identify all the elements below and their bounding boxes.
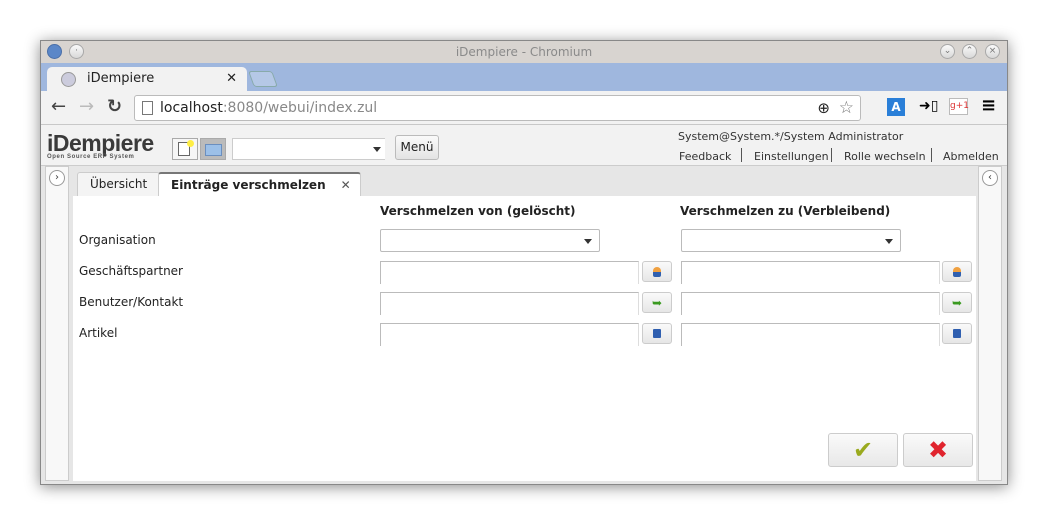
user-contact-from-search-button[interactable]: ➥: [642, 292, 672, 313]
business-partner-from-input[interactable]: [380, 261, 639, 284]
tab-merge-entries[interactable]: Einträge verschmelzen ✕: [158, 172, 361, 196]
business-partner-from-search-button[interactable]: [642, 261, 672, 282]
address-bar[interactable]: localhost:8080/webui/index.zul ⊕ ☆: [134, 95, 861, 121]
column-header-to: Verschmelzen zu (Verbleibend): [680, 204, 891, 218]
change-role-link[interactable]: Rolle wechseln: [844, 150, 926, 163]
column-header-from: Verschmelzen von (gelöscht): [380, 204, 576, 218]
browser-tab-label: iDempiere: [87, 71, 155, 86]
google-plus-icon[interactable]: g+1: [949, 98, 969, 115]
user-contact-to-input[interactable]: [681, 292, 940, 315]
product-to-input[interactable]: [681, 323, 940, 346]
maximize-button[interactable]: ⌃: [962, 44, 977, 59]
label-product: Artikel: [79, 326, 118, 340]
title-bar: iDempiere - Chromium · ⌄ ⌃ ×: [41, 41, 1007, 63]
idempiere-logo: iDempiere Open Source ERP System: [47, 130, 154, 161]
reload-icon[interactable]: ↻: [107, 96, 122, 117]
right-sidebar: ‹: [978, 166, 1002, 481]
global-search-combobox[interactable]: [232, 138, 385, 160]
chevron-down-icon: [885, 239, 893, 244]
user-contact-to-search-button[interactable]: ➥: [942, 292, 972, 313]
browser-window: iDempiere - Chromium · ⌄ ⌃ × iDempiere ✕…: [40, 40, 1008, 485]
url-host: localhost: [160, 100, 223, 116]
divider: [831, 148, 832, 162]
label-business-partner: Geschäftspartner: [79, 264, 183, 278]
back-icon[interactable]: ←: [51, 96, 66, 117]
user-info: System@System.*/System Administrator: [678, 130, 904, 143]
checkmark-icon: ✔: [852, 436, 874, 464]
green-arrow-icon: ➥: [651, 295, 663, 310]
close-tab-icon[interactable]: ✕: [226, 67, 237, 91]
favicon-icon: [61, 72, 76, 87]
person-icon: [653, 266, 661, 277]
label-user-contact: Benutzer/Kontakt: [79, 295, 184, 309]
translate-icon[interactable]: A: [887, 98, 905, 116]
send-to-mobile-icon[interactable]: ➜▯: [919, 98, 938, 114]
settings-link[interactable]: Einstellungen: [754, 150, 829, 163]
app-header: iDempiere Open Source ERP System Menü Sys…: [41, 125, 1007, 166]
forward-icon[interactable]: →: [79, 96, 94, 117]
page-icon: [142, 101, 153, 115]
chevron-down-icon: [584, 239, 592, 244]
tab-overview[interactable]: Übersicht: [77, 172, 161, 196]
person-icon: [953, 266, 961, 277]
label-organisation: Organisation: [79, 233, 156, 247]
content-area: › ‹ Übersicht Einträge verschmelzen ✕ Ve…: [41, 166, 1007, 484]
logout-link[interactable]: Abmelden: [943, 150, 999, 163]
red-x-icon: ✖: [927, 436, 949, 464]
zoom-icon[interactable]: ⊕: [817, 96, 830, 120]
close-window-button[interactable]: ×: [985, 44, 1000, 59]
green-arrow-icon: ➥: [951, 295, 963, 310]
tab-label: Einträge verschmelzen: [171, 178, 326, 192]
business-partner-to-input[interactable]: [681, 261, 940, 284]
minimize-button[interactable]: ⌄: [940, 44, 955, 59]
cancel-button[interactable]: ✖: [903, 433, 973, 467]
open-folder-icon[interactable]: [200, 138, 226, 160]
ok-button[interactable]: ✔: [828, 433, 898, 467]
new-tab-button[interactable]: [248, 71, 278, 87]
feedback-link[interactable]: Feedback: [679, 150, 731, 163]
chromium-logo-icon: [47, 44, 62, 59]
divider: [741, 148, 742, 162]
menu-button[interactable]: Menü: [395, 135, 439, 160]
chrome-menu-icon[interactable]: ≡: [981, 95, 996, 116]
browser-tab-strip: iDempiere ✕: [41, 63, 1007, 91]
chevron-down-icon: [373, 147, 381, 152]
expand-left-icon[interactable]: ›: [49, 170, 65, 186]
product-from-input[interactable]: [380, 323, 639, 346]
product-from-search-button[interactable]: [642, 323, 672, 344]
merge-form: Verschmelzen von (gelöscht) Verschmelzen…: [73, 196, 976, 481]
product-to-search-button[interactable]: [942, 323, 972, 344]
browser-tab[interactable]: iDempiere ✕: [47, 67, 247, 91]
new-document-icon[interactable]: [172, 138, 198, 160]
window-menu-button[interactable]: ·: [69, 44, 84, 59]
navigation-bar: ← → ↻ localhost:8080/webui/index.zul ⊕ ☆…: [41, 91, 1007, 125]
user-contact-from-input[interactable]: [380, 292, 639, 315]
url-path: :8080/webui/index.zul: [222, 100, 378, 116]
business-partner-to-search-button[interactable]: [942, 261, 972, 282]
left-sidebar: ›: [45, 166, 69, 481]
organisation-from-select[interactable]: [380, 229, 600, 252]
expand-right-icon[interactable]: ‹: [982, 170, 998, 186]
window-title: iDempiere - Chromium: [455, 45, 593, 59]
bookmark-star-icon[interactable]: ☆: [839, 96, 854, 120]
product-box-icon: [953, 329, 961, 338]
product-box-icon: [653, 329, 661, 338]
close-tab-icon[interactable]: ✕: [341, 174, 351, 196]
divider: [931, 148, 932, 162]
organisation-to-select[interactable]: [681, 229, 901, 252]
